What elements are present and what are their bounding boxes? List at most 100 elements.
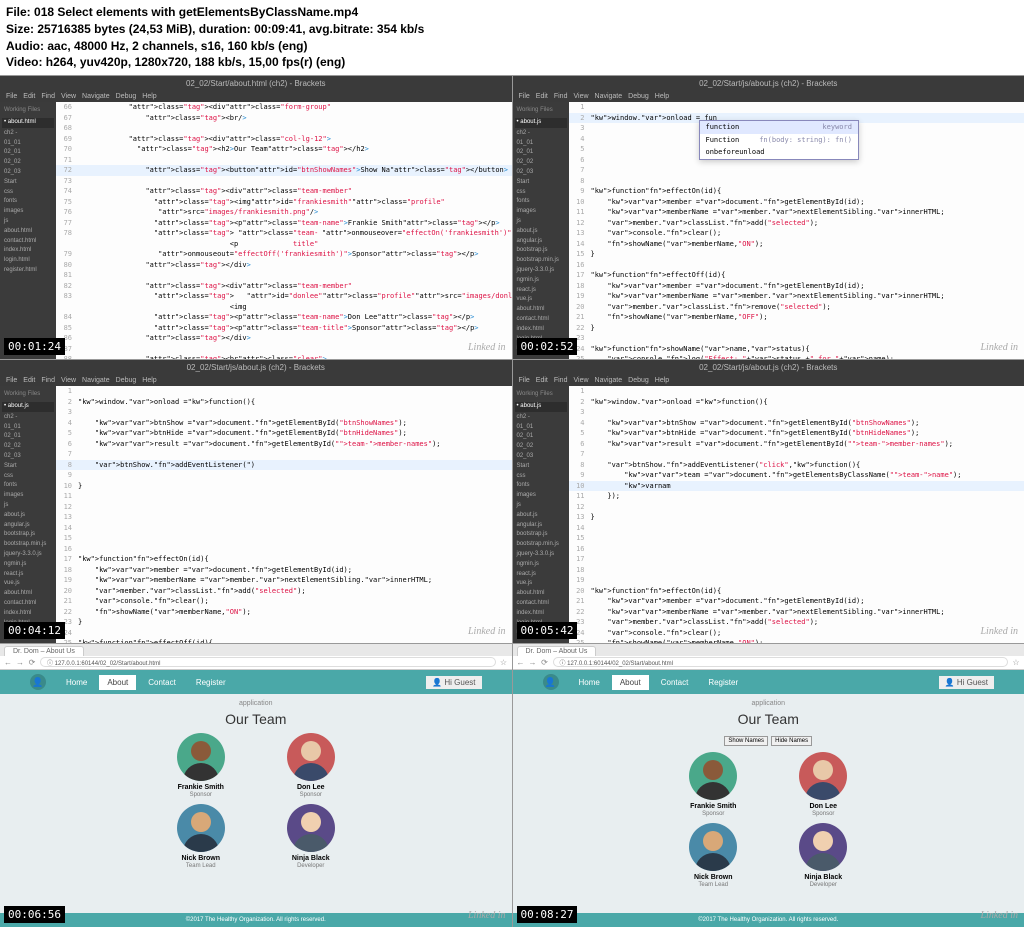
- sidebar-item[interactable]: index.html: [2, 246, 54, 256]
- menu-bar[interactable]: FileEditFindViewNavigateDebugHelp: [513, 374, 1024, 386]
- menu-item[interactable]: Edit: [536, 93, 548, 100]
- sidebar-item[interactable]: 02_03: [515, 168, 567, 178]
- code-line[interactable]: 14 "fn">showName("var">memberName,"ON");: [569, 239, 1024, 250]
- code-line[interactable]: 13}: [569, 512, 1024, 523]
- code-line[interactable]: 14: [569, 523, 1024, 534]
- avatar[interactable]: [177, 733, 225, 781]
- code-line[interactable]: 19 "kw">var "var">memberName = "var">mem…: [56, 575, 512, 586]
- code-line[interactable]: 2"kw">window."var">onload = "kw">functio…: [56, 397, 512, 408]
- sidebar-item[interactable]: css: [515, 472, 567, 482]
- code-line[interactable]: 85 "attr">class="tag"><p "attr">class="t…: [56, 323, 512, 334]
- code-line[interactable]: 10 "kw">var nam: [569, 481, 1024, 492]
- sidebar-item[interactable]: 02_01: [2, 432, 54, 442]
- browser-tabs[interactable]: Dr. Dom – About Us: [0, 644, 512, 656]
- code-line[interactable]: 4 "kw">var "var">btnShow = "var">documen…: [56, 418, 512, 429]
- autocomplete-item[interactable]: onbeforeunload: [700, 146, 858, 159]
- code-line[interactable]: 8: [569, 176, 1024, 187]
- sidebar-item[interactable]: jquery-3.3.0.js: [515, 266, 567, 276]
- sidebar-item[interactable]: ngmin.js: [515, 276, 567, 286]
- code-line[interactable]: 78 "attr">class="tag"><p "attr">class="t…: [56, 228, 512, 249]
- code-line[interactable]: 4 "kw">var "var">btnShow = "var">documen…: [569, 418, 1024, 429]
- sidebar-item[interactable]: 02_01: [515, 148, 567, 158]
- sidebar-item[interactable]: images: [2, 491, 54, 501]
- code-line[interactable]: 9 "kw">var "var">team = "var">document."…: [569, 470, 1024, 481]
- sidebar-item[interactable]: 01_01: [2, 423, 54, 433]
- sidebar-item[interactable]: js: [515, 501, 567, 511]
- code-line[interactable]: 16: [569, 260, 1024, 271]
- code-line[interactable]: 8 "var">btnShow."fn">addEventListener("): [56, 460, 512, 471]
- sidebar-item[interactable]: 02_02: [2, 442, 54, 452]
- menu-item[interactable]: Help: [142, 93, 156, 100]
- code-line[interactable]: 19: [569, 575, 1024, 586]
- menu-item[interactable]: Help: [655, 93, 669, 100]
- menu-item[interactable]: File: [519, 377, 530, 384]
- active-file[interactable]: • about.js: [515, 118, 567, 128]
- nav-link[interactable]: Register: [188, 675, 234, 690]
- code-line[interactable]: 17: [569, 554, 1024, 565]
- sidebar-item[interactable]: 02_03: [515, 452, 567, 462]
- sidebar-item[interactable]: bootstrap.js: [515, 530, 567, 540]
- code-line[interactable]: 24: [56, 628, 512, 639]
- menu-item[interactable]: Debug: [116, 377, 137, 384]
- sidebar-item[interactable]: jquery-3.3.0.js: [515, 550, 567, 560]
- sidebar-item[interactable]: 02_02: [515, 442, 567, 452]
- code-line[interactable]: 22 "kw">var "var">memberName = "var">mem…: [569, 607, 1024, 618]
- code-line[interactable]: 20 "var">member."var">classList."fn">rem…: [569, 302, 1024, 313]
- menu-item[interactable]: Help: [655, 377, 669, 384]
- code-line[interactable]: 5 "kw">var "var">btnHide = "var">documen…: [569, 428, 1024, 439]
- code-line[interactable]: 22 "fn">showName("var">memberName,"ON");: [56, 607, 512, 618]
- code-line[interactable]: 71: [56, 155, 512, 166]
- active-file[interactable]: • about.html: [2, 118, 54, 128]
- menu-item[interactable]: Debug: [116, 93, 137, 100]
- code-line[interactable]: 13 "var">console."fn">clear();: [569, 228, 1024, 239]
- file-sidebar[interactable]: Working Files• about.jsch2 -01_0102_0102…: [0, 386, 56, 643]
- code-line[interactable]: 6 "kw">var "var">result = "var">document…: [56, 439, 512, 450]
- menu-item[interactable]: Navigate: [595, 377, 623, 384]
- sidebar-item[interactable]: react.js: [515, 286, 567, 296]
- menu-item[interactable]: Navigate: [82, 377, 110, 384]
- sidebar-item[interactable]: about.js: [515, 511, 567, 521]
- code-line[interactable]: 25 "var">console."fn">log("Effect: " + "…: [569, 354, 1024, 359]
- sidebar-item[interactable]: about.js: [2, 511, 54, 521]
- code-line[interactable]: 17"kw">function "fn">effectOff(id){: [569, 270, 1024, 281]
- sidebar-item[interactable]: index.html: [2, 609, 54, 619]
- user-greeting[interactable]: 👤 Hi Guest: [426, 676, 481, 689]
- sidebar-item[interactable]: 02_01: [2, 148, 54, 158]
- sidebar-item[interactable]: ch2 -: [2, 129, 54, 139]
- autocomplete-popup[interactable]: functionkeywordFunctionfn(body: string):…: [699, 120, 859, 160]
- code-editor[interactable]: 12"kw">window."var">onload = fun3456789"…: [569, 102, 1024, 359]
- sidebar-item[interactable]: vue.js: [515, 579, 567, 589]
- show-names-button[interactable]: Show Names: [724, 736, 768, 746]
- address-bar[interactable]: ⓘ 127.0.0.1:60144/02_02/Start/about.html: [553, 657, 1009, 667]
- star-icon[interactable]: ☆: [1012, 658, 1020, 666]
- code-line[interactable]: 16: [56, 544, 512, 555]
- code-line[interactable]: 21 "var">console."fn">clear();: [56, 596, 512, 607]
- sidebar-item[interactable]: fonts: [515, 481, 567, 491]
- sidebar-item[interactable]: fonts: [2, 481, 54, 491]
- code-line[interactable]: 23 "var">member."var">classList."fn">add…: [569, 617, 1024, 628]
- code-line[interactable]: 11 });: [569, 491, 1024, 502]
- avatar[interactable]: [177, 804, 225, 852]
- code-line[interactable]: 21 "kw">var "var">member = "var">documen…: [569, 596, 1024, 607]
- forward-icon[interactable]: →: [16, 658, 24, 666]
- sidebar-item[interactable]: register.html: [2, 266, 54, 276]
- code-line[interactable]: 18 "kw">var "var">member = "var">documen…: [56, 565, 512, 576]
- nav-link[interactable]: Home: [571, 675, 608, 690]
- sidebar-item[interactable]: login.html: [2, 256, 54, 266]
- sidebar-item[interactable]: index.html: [515, 609, 567, 619]
- code-line[interactable]: 19 "kw">var "var">memberName = "var">mem…: [569, 291, 1024, 302]
- code-line[interactable]: 23}: [56, 617, 512, 628]
- reload-icon[interactable]: ⟳: [28, 658, 36, 666]
- code-line[interactable]: 15}: [569, 249, 1024, 260]
- nav-link[interactable]: Register: [700, 675, 746, 690]
- code-line[interactable]: 11 "kw">var "var">memberName = "var">mem…: [569, 207, 1024, 218]
- sidebar-item[interactable]: bootstrap.min.js: [515, 540, 567, 550]
- logo-icon[interactable]: 👤: [30, 674, 46, 690]
- menu-item[interactable]: Find: [41, 93, 55, 100]
- sidebar-item[interactable]: contact.html: [515, 315, 567, 325]
- sidebar-item[interactable]: jquery-3.3.0.js: [2, 550, 54, 560]
- code-line[interactable]: 83 "attr">class="tag"><img "attr">id="do…: [56, 291, 512, 312]
- code-line[interactable]: 6 "kw">var "var">result = "var">document…: [569, 439, 1024, 450]
- code-line[interactable]: 69 "attr">class="tag"><div "attr">class=…: [56, 134, 512, 145]
- avatar[interactable]: [689, 752, 737, 800]
